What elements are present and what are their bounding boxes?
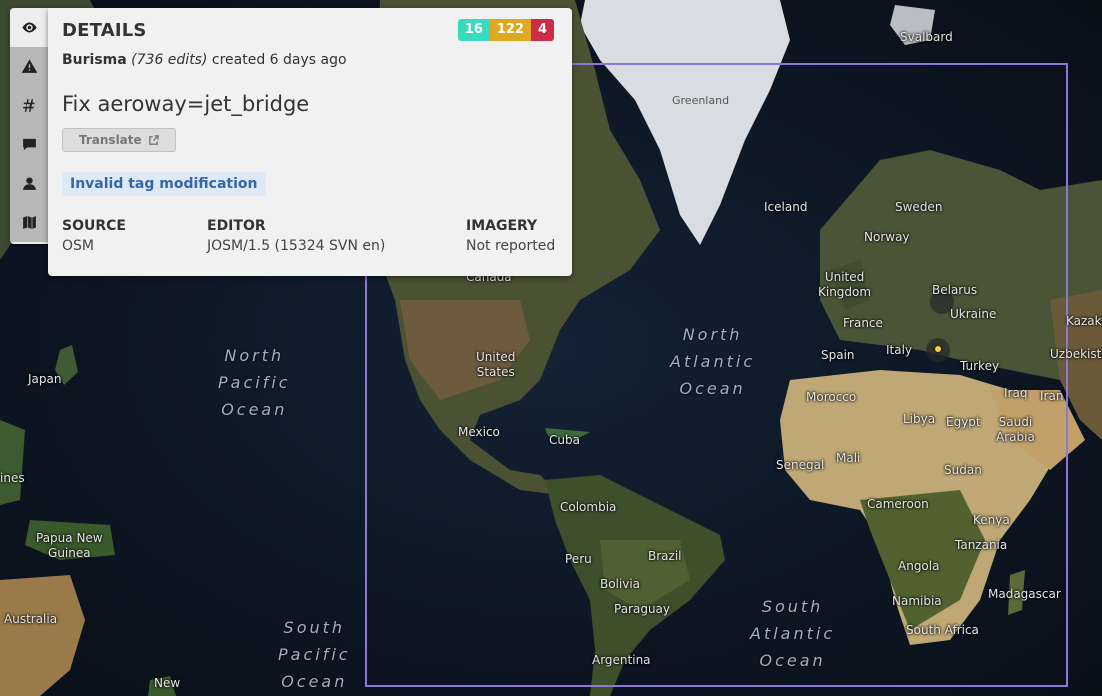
comment-icon [22,138,36,151]
label-sweden: Sweden [895,200,943,214]
editor-field: EDITOR JOSM/1.5 (15324 SVN en) [207,218,385,254]
label-norway: Norway [864,230,910,244]
label-sudan: Sudan [944,463,982,477]
source-value: OSM [62,238,94,254]
deleted-count-badge: 4 [530,19,554,41]
tab-tags[interactable] [10,86,48,125]
warning-icon [21,59,37,73]
editor-value: JOSM/1.5 (15324 SVN en) [207,238,386,254]
label-turkey: Turkey [960,359,1000,373]
modified-count-badge: 122 [489,19,531,41]
changeset-meta: Burisma (736 edits) created 6 days ago [62,52,347,68]
label-france: France [843,316,883,330]
label-ines: ines [0,471,25,485]
label-north-pacific-ocean: North Pacific Ocean [218,346,291,419]
label-paraguay: Paraguay [614,602,671,616]
hashtag-icon [22,99,34,112]
label-spain: Spain [821,348,855,362]
tab-map[interactable] [10,203,48,242]
external-link-icon [148,134,159,145]
label-ukraine: Ukraine [950,307,997,321]
label-united-states: United States [476,350,516,379]
imagery-value: Not reported [466,238,556,254]
label-iran: Iran [1040,389,1064,403]
user-icon [22,177,36,190]
label-belarus: Belarus [932,283,978,297]
label-uzbekista: Uzbekista [1050,347,1102,361]
username-link[interactable]: Burisma [62,52,127,68]
label-japan: Japan [28,372,62,386]
label-angola: Angola [898,559,940,573]
map-feature-dot[interactable] [935,346,941,352]
label-bolivia: Bolivia [600,577,641,591]
label-italy: Italy [886,343,913,357]
label-madagascar: Madagascar [988,587,1061,601]
label-libya: Libya [903,412,936,426]
label-north-atlantic-ocean: North Atlantic Ocean [670,325,756,398]
label-australia: Australia [4,612,58,626]
imagery-field: IMAGERY Not reported [466,218,555,254]
tab-details[interactable] [10,8,48,47]
label-peru: Peru [565,552,592,566]
translate-label: Translate [79,133,142,147]
source-label: SOURCE [62,218,126,234]
label-iraq: Iraq [1004,386,1028,400]
editor-label: EDITOR [207,218,266,234]
source-field: SOURCE OSM [62,218,126,254]
change-counts: 16 122 4 [457,19,554,41]
label-kazakh: Kazakh [1066,314,1102,328]
added-count-badge: 16 [457,19,490,41]
label-cameroon: Cameroon [867,497,929,511]
tab-discussion[interactable] [10,125,48,164]
map-icon [22,216,36,229]
label-south-atlantic-ocean: South Atlantic Ocean [750,597,836,670]
label-south-pacific-ocean: South Pacific Ocean [278,618,351,691]
label-colombia: Colombia [560,500,617,514]
changeset-comment: Fix aeroway=jet_bridge [62,92,310,116]
label-papua-new-guinea: Papua New Guinea [36,531,103,560]
label-mexico: Mexico [458,425,500,439]
details-panel: DETAILS 16 122 4 Burisma (736 edits) cre… [48,8,572,276]
label-cuba: Cuba [549,433,580,447]
reason-tag: Invalid tag modification [62,172,266,196]
label-tanzania: Tanzania [955,538,1008,552]
label-mali: Mali [836,451,861,465]
edit-count: (736 edits) [131,52,208,68]
label-kenya: Kenya [973,513,1010,527]
label-svalbard: Svalbard [900,30,953,44]
label-brazil: Brazil [648,549,682,563]
tab-flags[interactable] [10,47,48,86]
label-namibia: Namibia [892,594,942,608]
tab-user[interactable] [10,164,48,203]
label-morocco: Morocco [806,390,857,404]
label-south-africa: South Africa [906,623,979,637]
label-greenland: Greenland [672,94,730,107]
label-united-kingdom: United Kingdom [818,270,872,299]
panel-title: DETAILS [62,20,147,41]
label-egypt: Egypt [946,415,981,429]
imagery-label: IMAGERY [466,218,538,234]
created-time: created 6 days ago [211,52,347,68]
label-iceland: Iceland [764,200,808,214]
label-argentina: Argentina [592,653,651,667]
label-new-zealand: New [154,676,181,690]
label-saudi-arabia: Saudi Arabia [996,415,1035,444]
eye-icon [21,22,37,33]
side-tab-bar [10,8,48,244]
label-senegal: Senegal [776,458,825,472]
translate-button[interactable]: Translate [62,128,176,152]
